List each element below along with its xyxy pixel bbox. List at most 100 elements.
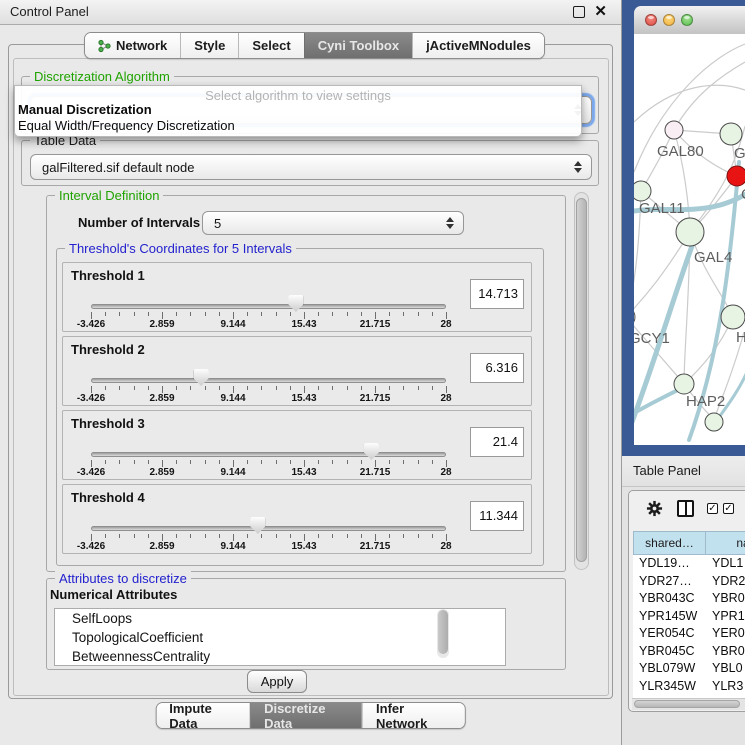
table-cell[interactable]: YDL1 (706, 555, 745, 573)
network-node-GAL4[interactable] (676, 218, 704, 246)
checkbox-icon[interactable]: ✓ (707, 503, 718, 514)
node-table: shared…na YDL19…YDL1YDR27…YDR2YBR043CYBR… (633, 531, 745, 698)
slider-tick (91, 312, 92, 319)
slider-tick (304, 460, 305, 467)
table-row[interactable]: YBR043CYBR0 (633, 590, 745, 608)
tab-discretize-data[interactable]: Discretize Data (250, 703, 362, 728)
table-cell[interactable]: YER0 (706, 625, 745, 643)
number-of-intervals-combobox[interactable]: 5 (202, 211, 464, 235)
table-row[interactable]: YER054CYER0 (633, 625, 745, 643)
tick-label: 2.859 (149, 467, 174, 478)
slider-handle[interactable] (194, 369, 209, 386)
network-node-GAL80[interactable] (665, 121, 683, 139)
close-icon[interactable]: ✕ (594, 1, 607, 23)
slider-tick (261, 534, 262, 538)
minimize-traffic-light-icon[interactable] (663, 14, 675, 26)
tab-style[interactable]: Style (180, 33, 238, 58)
slider-handle[interactable] (250, 517, 265, 534)
zoom-traffic-light-icon[interactable] (681, 14, 693, 26)
column-layout-icon[interactable] (677, 500, 694, 517)
network-edge[interactable] (634, 85, 745, 122)
tab-impute-data[interactable]: Impute Data (156, 703, 250, 728)
tab-label: jActiveMNodules (426, 38, 531, 53)
table-cell[interactable]: YLR345W (633, 678, 706, 696)
slider-handle[interactable] (364, 443, 379, 460)
slider-tick (446, 312, 447, 319)
slider-track[interactable] (91, 378, 446, 383)
network-node-GCY1[interactable] (634, 307, 635, 327)
tab-cyni-toolbox[interactable]: Cyni Toolbox (304, 33, 412, 58)
algorithm-option[interactable]: Manual Discretization (18, 102, 152, 117)
network-window-titlebar[interactable] (634, 6, 745, 35)
network-node-GAL11[interactable] (634, 181, 651, 201)
slider-tick (190, 312, 191, 316)
algorithm-dropdown-popup: Select algorithm to view settings Manual… (14, 85, 582, 137)
tab-jactivemnodules[interactable]: jActiveMNodules (412, 33, 544, 58)
table-row[interactable]: YBL079WYBL0 (633, 660, 745, 678)
table-cell[interactable]: YDL19… (633, 555, 706, 573)
table-row[interactable]: YPR145WYPR1 (633, 608, 745, 626)
slider-tick (347, 312, 348, 316)
network-canvas[interactable]: GAL80GACGAL11GAL4GCY1HHAP2 (634, 34, 745, 445)
slider-tick (375, 386, 376, 393)
table-cell[interactable]: YDR2 (706, 573, 745, 591)
network-node-node-top-right[interactable] (720, 123, 742, 145)
tab-infer-network[interactable]: Infer Network (362, 703, 465, 728)
column-header[interactable]: shared… (633, 531, 706, 555)
scrollbar-thumb[interactable] (576, 198, 587, 562)
table-cell[interactable]: YBR043C (633, 590, 706, 608)
slider-track[interactable] (91, 304, 446, 309)
threshold-value-field[interactable]: 6.316 (470, 353, 524, 383)
slider-track[interactable] (91, 452, 446, 457)
network-node-HAP2[interactable] (674, 374, 694, 394)
float-window-icon[interactable] (573, 6, 585, 18)
tick-label: 28 (440, 541, 451, 552)
algorithm-option[interactable]: Equal Width/Frequency Discretization (18, 118, 235, 133)
apply-button[interactable]: Apply (247, 670, 307, 693)
tick-label: -3.426 (77, 393, 105, 404)
scrollbar-thumb[interactable] (634, 700, 740, 708)
tab-select[interactable]: Select (238, 33, 303, 58)
scrollbar-thumb[interactable] (438, 610, 448, 654)
threshold-value-field[interactable]: 14.713 (470, 279, 524, 309)
network-node-red-node[interactable] (727, 166, 745, 186)
gear-icon[interactable] (646, 500, 663, 522)
slider-handle[interactable] (288, 295, 303, 312)
attributes-scrollbar[interactable] (437, 609, 449, 658)
slider-tick (105, 460, 106, 464)
table-cell[interactable]: YBL079W (633, 660, 706, 678)
table-cell[interactable]: YDR27… (633, 573, 706, 591)
slider-tick (134, 386, 135, 390)
table-row[interactable]: YLR345WYLR3 (633, 678, 745, 696)
table-row[interactable]: YBR045CYBR0 (633, 643, 745, 661)
horizontal-scrollbar[interactable] (632, 698, 745, 710)
slider-tick (347, 386, 348, 390)
table-data-combobox[interactable]: galFiltered.sif default node (30, 154, 592, 180)
table-row[interactable]: YDR27…YDR2 (633, 573, 745, 591)
column-header[interactable]: na (706, 531, 745, 555)
slider-tick (446, 460, 447, 467)
table-row[interactable]: YDL19…YDL1 (633, 555, 745, 573)
slider-tick-labels: -3.4262.8599.14415.4321.71528 (91, 541, 446, 552)
threshold-value-field[interactable]: 21.4 (470, 427, 524, 457)
tick-label: 15.43 (291, 467, 316, 478)
slider-tick (176, 312, 177, 316)
table-cell[interactable]: YBR045C (633, 643, 706, 661)
table-cell[interactable]: YBR0 (706, 590, 745, 608)
network-node-node-bottom[interactable] (705, 413, 723, 431)
table-cell[interactable]: YLR3 (706, 678, 745, 696)
network-edge[interactable] (674, 62, 745, 130)
vertical-scrollbar[interactable] (574, 192, 589, 570)
table-cell[interactable]: YPR1 (706, 608, 745, 626)
table-cell[interactable]: YPR145W (633, 608, 706, 626)
close-traffic-light-icon[interactable] (645, 14, 657, 26)
slider-track[interactable] (91, 526, 446, 531)
checkbox-icon[interactable]: ✓ (723, 503, 734, 514)
slider-tick (190, 534, 191, 538)
table-cell[interactable]: YER054C (633, 625, 706, 643)
table-cell[interactable]: YBR0 (706, 643, 745, 661)
threshold-value-field[interactable]: 11.344 (470, 501, 524, 531)
table-cell[interactable]: YBL0 (706, 660, 745, 678)
network-node-node-H[interactable] (721, 305, 745, 329)
tab-network[interactable]: Network (85, 33, 180, 58)
